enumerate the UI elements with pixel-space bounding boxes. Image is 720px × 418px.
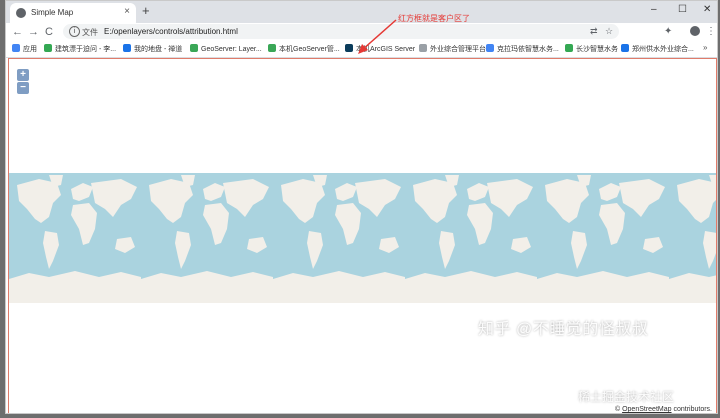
url-scheme: 文件 [82,28,98,37]
zoom-in-button[interactable]: + [17,69,29,81]
annotation-text: 红方框就是客户区了 [398,14,470,23]
forward-button[interactable]: → [28,25,39,39]
gear-icon [44,44,52,52]
bookmark-item[interactable]: 郑州供水外业综合... [621,44,694,54]
chart-icon [565,44,573,52]
geoserver-icon [190,44,198,52]
window-close-button[interactable]: ✕ [703,3,711,17]
profile-avatar-icon[interactable] [690,26,700,36]
world-map-tiles[interactable] [9,173,716,303]
bookmark-item[interactable]: GeoServer: Layer... [190,44,262,53]
url-text[interactable]: E:/openlayers/controls/attribution.html [104,27,238,36]
bookmark-label: 我的地盘 - 禅道 [134,46,183,53]
bookmark-item[interactable]: 建筑漂于迫问 - 李... [44,44,116,54]
reload-button[interactable]: C [45,25,53,39]
star-icon[interactable]: ☆ [605,26,613,37]
translate-icon[interactable]: ⇄ [590,26,598,37]
bookmark-label: 克拉玛依智慧水务... [497,46,559,53]
zoom-out-button[interactable]: − [17,82,29,94]
address-bar[interactable]: i 文件 E:/openlayers/controls/attribution.… [63,24,619,39]
bookmark-label: 本机GeoServer管... [279,46,340,53]
annotation-arrow-icon [358,19,397,54]
attribution-suffix: contributors. [673,406,712,413]
map-viewport[interactable]: + − © OpenStreetMap contributors. [8,58,717,413]
tab-title: Simple Map [31,8,74,17]
bookmark-label: 长沙智慧水务 [576,46,618,53]
minimize-button[interactable]: – [651,3,657,17]
bookmark-label: 外业综合管理平台 [430,46,486,53]
geoserver-icon [268,44,276,52]
bookmark-apps[interactable]: 应用 [12,44,37,54]
new-tab-button[interactable]: + [142,4,150,18]
globe-icon [419,44,427,52]
tab-close-icon[interactable]: × [124,6,130,18]
extension-icon[interactable]: ✦ [664,25,672,38]
watermark-site-text: 稀土掘金技术社区 [578,390,675,404]
zoom-control: + − [16,68,30,95]
back-button[interactable]: ← [12,25,23,39]
bookmark-item[interactable]: 外业综合管理平台 [419,44,486,54]
copyright-prefix: © [614,406,621,413]
bookmark-label: 应用 [23,46,37,53]
bookmark-item[interactable]: 我的地盘 - 禅道 [123,44,182,54]
restore-button[interactable]: ☐ [678,3,687,17]
bookmark-label: 建筑漂于迫问 - 李... [55,46,117,53]
bookmark-item[interactable]: 克拉玛依智慧水务... [486,44,559,54]
info-icon[interactable]: i [69,26,80,37]
bookmark-item[interactable]: 长沙智慧水务 [565,44,618,54]
apps-icon [12,44,20,52]
bookmarks-more-button[interactable]: » [703,43,707,52]
bookmark-item[interactable]: 本机GeoServer管... [268,44,340,54]
menu-icon[interactable]: ⋮ [706,25,716,38]
osm-attribution-link[interactable]: OpenStreetMap [622,406,671,413]
check-icon [486,44,494,52]
attribution-control: © OpenStreetMap contributors. [611,406,715,413]
globe-icon [123,44,131,52]
tab-simple-map[interactable]: Simple Map × [10,3,136,23]
globe-icon [16,8,26,18]
browser-window: Simple Map × + – ☐ ✕ ← → C i 文件 E:/openl… [5,0,718,414]
bookmark-label: GeoServer: Layer... [201,46,262,53]
globe-icon [621,44,629,52]
bookmark-label: 郑州供水外业综合... [632,46,694,53]
watermark-text: 知乎 @不睡觉的怪叔叔 [478,321,649,338]
